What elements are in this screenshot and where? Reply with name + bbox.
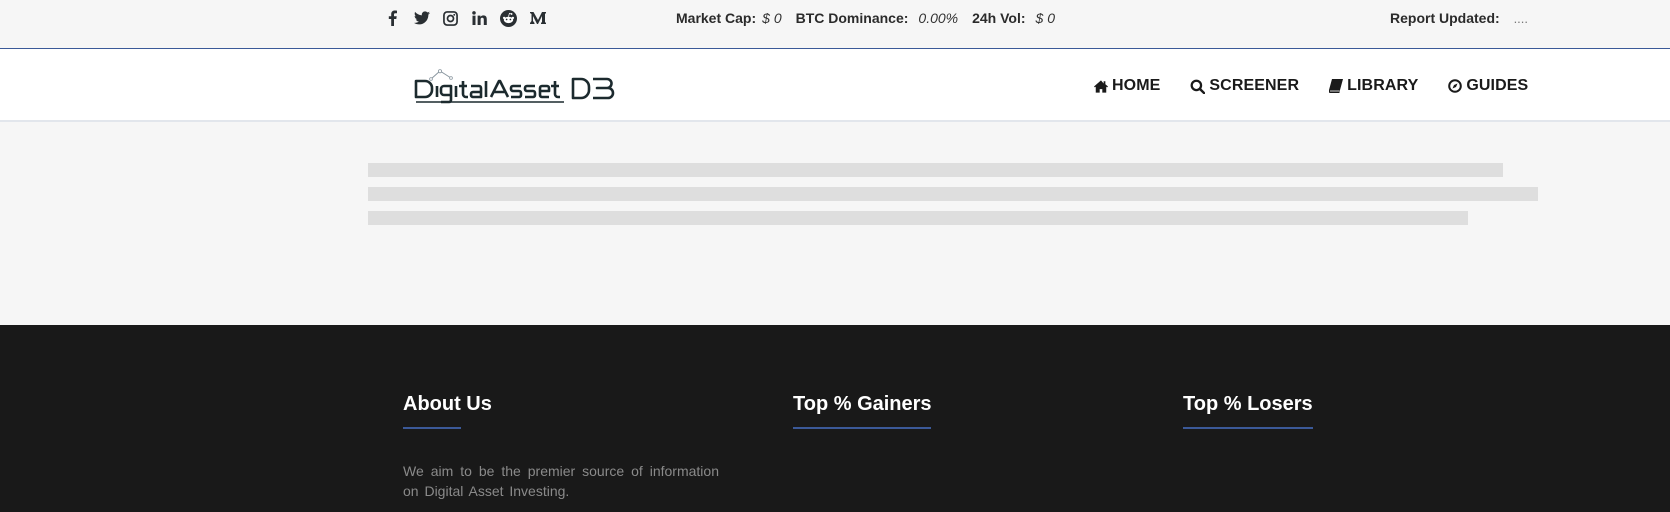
search-icon	[1190, 79, 1206, 94]
about-title: About Us	[403, 393, 492, 415]
top-bar: Market Cap: $ 0 BTC Dominance: 0.00% 24h…	[0, 0, 1670, 49]
nav-guides-label: GUIDES	[1466, 77, 1529, 94]
nav-guides[interactable]: GUIDES	[1448, 77, 1528, 95]
book-icon	[1329, 79, 1344, 93]
about-text: We aim to be the premier source of infor…	[403, 463, 719, 499]
footer-about: About Us We aim to be the premier source…	[403, 392, 719, 501]
title-underline	[793, 427, 931, 429]
instagram-icon[interactable]	[436, 8, 465, 28]
site-header: HOME SCREENER LIBRARY GUIDES	[0, 49, 1670, 122]
volume-label: 24h Vol:	[972, 10, 1026, 26]
report-updated-label: Report Updated:	[1390, 10, 1500, 26]
report-updated-value: ....	[1513, 11, 1529, 26]
volume-value: $ 0	[1035, 10, 1055, 26]
twitter-icon[interactable]	[407, 8, 436, 28]
nav-library-label: LIBRARY	[1347, 77, 1419, 94]
skeleton-line	[368, 163, 1503, 177]
market-cap-value: $ 0	[762, 10, 782, 26]
market-ticker: Market Cap: $ 0 BTC Dominance: 0.00% 24h…	[676, 10, 1069, 26]
gainers-title: Top % Gainers	[793, 393, 932, 415]
nav-library[interactable]: LIBRARY	[1329, 77, 1418, 95]
nav-home-label: HOME	[1112, 77, 1161, 94]
report-updated: Report Updated: ....	[1390, 10, 1528, 26]
title-underline	[403, 427, 461, 429]
footer-gainers: Top % Gainers	[793, 392, 932, 429]
skeleton-line	[368, 211, 1468, 225]
btc-dominance-label: BTC Dominance:	[795, 10, 909, 26]
reddit-icon[interactable]	[494, 8, 523, 28]
title-underline	[1183, 427, 1313, 429]
losers-title: Top % Losers	[1183, 393, 1313, 415]
linkedin-icon[interactable]	[465, 8, 494, 28]
site-footer: About Us We aim to be the premier source…	[0, 325, 1670, 512]
nav-home[interactable]: HOME	[1094, 77, 1160, 95]
btc-dominance-value: 0.00%	[918, 10, 959, 26]
market-cap-label: Market Cap:	[676, 10, 757, 26]
site-logo[interactable]	[413, 69, 653, 107]
compass-icon	[1448, 79, 1463, 93]
loading-content	[0, 124, 1670, 325]
social-links	[378, 8, 552, 28]
footer-losers: Top % Losers	[1183, 392, 1313, 429]
medium-icon[interactable]	[523, 8, 552, 28]
nav-screener[interactable]: SCREENER	[1190, 77, 1299, 95]
nav-screener-label: SCREENER	[1209, 77, 1300, 94]
facebook-icon[interactable]	[378, 8, 407, 28]
skeleton-line	[368, 187, 1538, 201]
main-nav: HOME SCREENER LIBRARY GUIDES	[1094, 77, 1528, 95]
home-icon	[1094, 79, 1108, 93]
